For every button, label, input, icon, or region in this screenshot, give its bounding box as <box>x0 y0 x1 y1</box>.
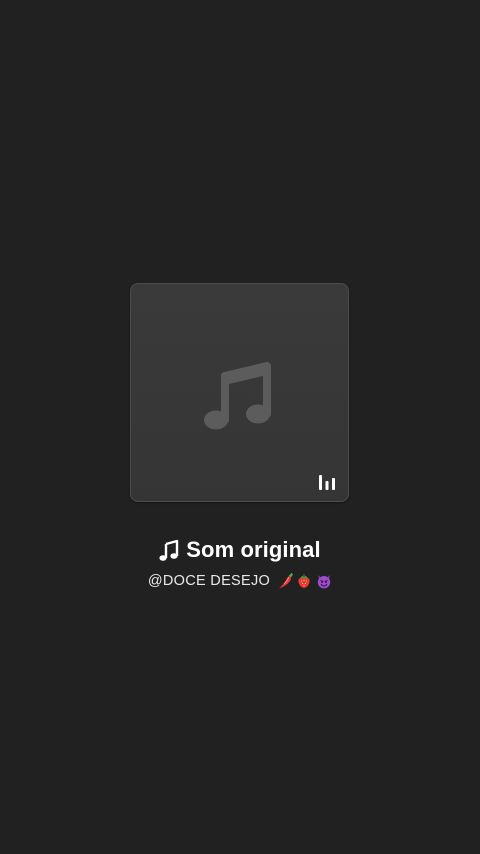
music-note-icon <box>204 362 271 430</box>
audio-title-row: Som original <box>0 534 480 566</box>
audio-author-name: @DOCE DESEJO <box>147 573 271 589</box>
smiling-devil-icon <box>317 575 331 589</box>
chili-pepper-icon <box>279 573 293 588</box>
audio-title: Som original <box>186 537 321 562</box>
music-note-icon <box>159 539 179 561</box>
audio-author-row[interactable]: @DOCE DESEJO <box>0 570 480 592</box>
equalizer-icon <box>319 475 335 490</box>
strawberry-icon <box>298 574 310 588</box>
audio-artwork-card[interactable] <box>130 283 349 502</box>
audio-page-screen: Som original @DOCE DESEJO <box>0 0 480 854</box>
